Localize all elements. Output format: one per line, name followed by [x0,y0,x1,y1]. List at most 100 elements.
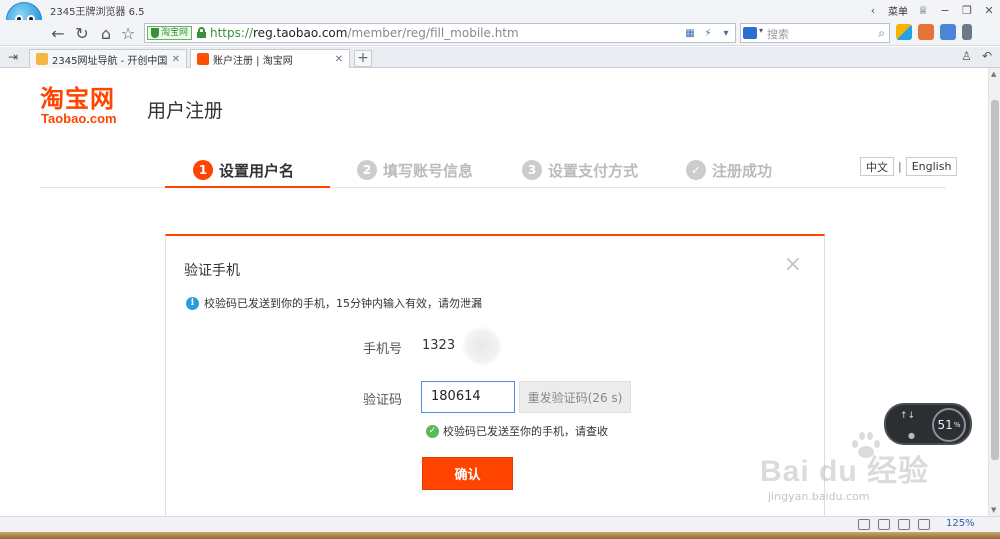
info-icon: i [186,296,199,310]
tab-label: 2345网址导航 - 开创中国百年品牌 [52,55,168,67]
phone-label: 手机号 [363,342,403,357]
url-input[interactable]: 淘宝网 https://reg.taobao.com/member/reg/fi… [144,23,736,43]
apps-icon[interactable] [896,24,912,40]
speed-arrows-icon: ↑↓ [900,411,916,421]
taobao-logo[interactable]: 淘宝网 Taobao.com [40,86,140,130]
restore-icon[interactable]: ❐ [956,1,978,19]
success-text: 校验码已发送至你的手机，请查收 [443,425,608,438]
verification-code-input[interactable]: 180614 [421,381,515,413]
confirm-button[interactable]: 确认 [422,457,513,490]
step-label: 设置支付方式 [548,161,639,180]
page-viewport: 淘宝网 Taobao.com 用户注册 1 设置用户名 2 填写账号信息 3 设… [0,68,988,516]
sidebar-toggle-icon[interactable]: ⇥ [8,50,18,64]
success-check-icon: ✓ [426,424,439,438]
new-tab-button[interactable]: + [354,50,372,67]
search-icon[interactable]: ⌕ [878,26,885,41]
os-taskbar [0,532,1000,539]
scroll-up-icon[interactable]: ▲ [991,70,996,78]
vertical-scrollbar[interactable]: ▲ ▼ [988,68,1000,516]
tab-taobao-register[interactable]: 账户注册 | 淘宝网 ✕ [190,49,350,68]
browser-statusbar: 125% [0,516,1000,532]
dialog-title: 验证手机 [184,263,240,279]
address-toolbar: ← ↻ ⌂ ☆ 淘宝网 https://reg.taobao.com/membe… [0,20,1000,46]
tab-label: 账户注册 | 淘宝网 [213,55,293,67]
media-icon[interactable] [940,24,956,40]
lightning-icon[interactable]: ⚡ [701,26,715,40]
lang-separator: | [898,160,902,173]
browser-titlebar: 2345王牌浏览器 6.5 ‹ 菜单 ♕ − ❐ ✕ [0,0,1000,38]
step-number: 1 [193,160,213,180]
lock-icon [197,27,206,38]
minimize-icon[interactable]: − [934,1,956,19]
download-manager-icon[interactable] [918,519,930,530]
engine-dropdown-icon[interactable]: ▾ [759,26,763,35]
skin-icon[interactable]: ♕ [912,1,934,19]
speed-widget[interactable]: ↑↓ ● 51% [884,403,972,445]
logo-text-en: Taobao.com [41,111,117,126]
resend-code-button[interactable]: 重发验证码(26 s) [519,381,631,413]
menu-button[interactable]: 菜单 [884,3,912,18]
step-account-info: 2 填写账号信息 [357,153,473,187]
step-success: ✓ 注册成功 [686,153,772,187]
zoom-level[interactable]: 125% [946,518,975,529]
search-engine-icon[interactable] [743,27,757,39]
step-number: 2 [357,160,377,180]
active-step-underline [165,186,330,188]
verify-phone-dialog: 验证手机 × i 校验码已发送到你的手机，15分钟内输入有效，请勿泄漏 手机号 … [165,234,825,516]
step-label: 设置用户名 [219,161,295,180]
info-message: i 校验码已发送到你的手机，15分钟内输入有效，请勿泄漏 [186,295,482,311]
qr-code-icon[interactable]: ▦ [683,26,697,40]
close-icon[interactable]: × [784,254,802,276]
download-icon[interactable] [962,24,972,40]
phone-number-value: 1323 [422,338,456,353]
url-path: /member/reg/fill_mobile.htm [347,26,519,40]
secure-site-label: 淘宝网 [161,28,189,38]
tab-close-icon[interactable]: ✕ [335,54,343,65]
code-sent-message: ✓ 校验码已发送至你的手机，请查收 [426,423,608,439]
speed-percent: 51 [937,418,953,432]
lang-english-button[interactable]: English [905,157,958,176]
url-dropdown-icon[interactable]: ▾ [719,26,733,40]
window-icon[interactable] [898,519,910,530]
url-host: reg.taobao.com [253,26,348,40]
taobao-favicon-icon [197,53,209,65]
tab-2345-nav[interactable]: 2345网址导航 - 开创中国百年品牌 ✕ [29,49,187,68]
secure-site-badge[interactable]: 淘宝网 [147,26,193,40]
clean-icon[interactable]: ♙ [961,49,972,63]
screenshot-icon[interactable] [918,24,934,40]
image-toggle-icon[interactable] [858,519,870,530]
code-label: 验证码 [363,393,403,408]
scroll-down-icon[interactable]: ▼ [991,506,996,514]
scroll-thumb[interactable] [991,100,999,460]
paw-icon [848,430,882,460]
status-icons [858,519,930,530]
step-label: 注册成功 [712,161,773,180]
url-scheme: https:// [210,26,254,40]
home-icon[interactable]: ⌂ [96,23,116,43]
search-input[interactable]: 搜索 [767,26,789,42]
browser-app-title: 2345王牌浏览器 6.5 [50,7,145,18]
back-icon[interactable]: ← [48,23,68,43]
page-title: 用户注册 [147,100,224,122]
tab-strip: ⇥ 2345网址导航 - 开创中国百年品牌 ✕ 账户注册 | 淘宝网 ✕ + ♙… [0,47,1000,68]
speed-dot-icon: ● [908,431,915,440]
house-favicon-icon [36,53,48,65]
tab-close-icon[interactable]: ✕ [172,54,180,65]
refresh-icon[interactable]: ↻ [72,23,92,43]
toolbar-icons [896,24,972,40]
speed-unit: % [953,421,961,429]
language-switch: 中文 | English [860,157,958,176]
search-box[interactable]: ▾ 搜索 ⌕ [740,23,890,43]
back-arrow-icon[interactable]: ‹ [862,1,884,19]
lang-chinese-button[interactable]: 中文 [860,157,894,176]
speed-percent-ring: 51% [932,408,966,442]
mute-icon[interactable] [878,519,890,530]
favorite-star-icon[interactable]: ☆ [118,23,138,43]
close-window-icon[interactable]: ✕ [978,1,1000,19]
url-tools: ▦ ⚡ ▾ [683,26,733,40]
tab-strip-tools: ♙ ↶ [961,49,992,63]
window-controls: ‹ 菜单 ♕ − ❐ ✕ [862,0,1000,20]
step-label: 填写账号信息 [383,161,474,180]
logo-text-cn: 淘宝网 [40,84,115,113]
undo-icon[interactable]: ↶ [982,49,992,63]
